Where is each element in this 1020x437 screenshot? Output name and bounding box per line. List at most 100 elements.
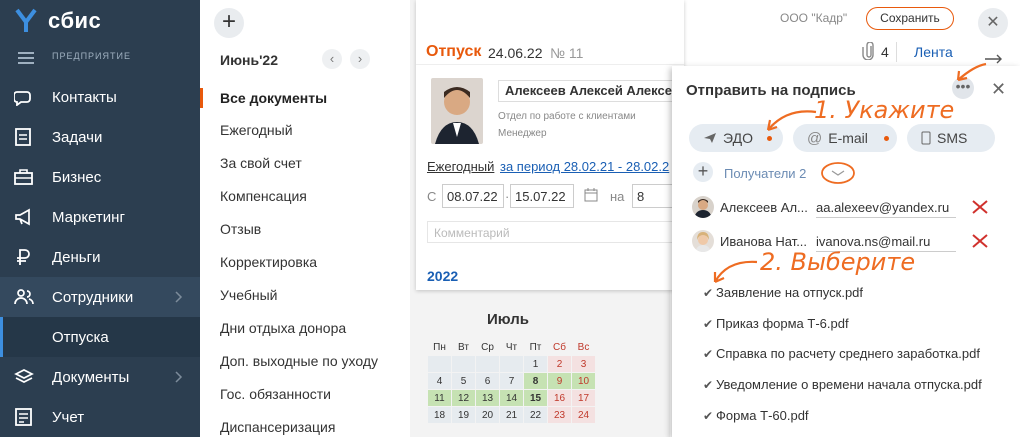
logo[interactable]: сбис — [14, 8, 101, 34]
calendar-icon[interactable] — [584, 188, 598, 202]
selected-dot — [883, 135, 889, 141]
file-checkbox[interactable]: ✔ Форма Т-60.pdf — [703, 408, 809, 423]
weekday: Пт — [529, 341, 542, 353]
annotation-step-2: 2. Выберите — [760, 248, 916, 276]
organization-name[interactable]: ООО "Кадр" — [780, 11, 847, 25]
menu-icon[interactable] — [18, 52, 34, 67]
calendar-day[interactable]: 20 — [476, 407, 499, 423]
calendar-day[interactable]: 23 — [548, 407, 571, 423]
calendar-day[interactable]: 1 — [524, 356, 547, 372]
nav-label: Маркетинг — [52, 208, 125, 226]
calendar-day[interactable]: 16 — [548, 390, 571, 406]
file-checkbox[interactable]: ✔ Приказ форма Т-6.pdf — [703, 316, 849, 331]
weekday: Вс — [577, 341, 590, 353]
calendar-day[interactable]: 18 — [428, 407, 451, 423]
weekday: Ср — [481, 341, 494, 353]
active-indicator — [200, 88, 203, 108]
file-checkbox[interactable]: ✔ Уведомление о времени начала отпуска.pd… — [703, 377, 982, 392]
period-link[interactable]: за период 28.02.21 - 28.02.2 — [500, 159, 669, 174]
calendar-day[interactable]: 11 — [428, 390, 451, 406]
file-checkbox[interactable]: ✔ Заявление на отпуск.pdf — [703, 285, 863, 300]
megaphone-icon — [15, 208, 30, 226]
nav-label: Сотрудники — [52, 288, 134, 306]
list-item[interactable]: Гос. обязанности — [220, 386, 331, 402]
chevron-right-icon[interactable] — [168, 367, 188, 387]
calendar-day[interactable]: 9 — [548, 373, 571, 389]
close-panel-icon[interactable]: ✕ — [991, 79, 1006, 100]
phone-icon — [921, 131, 931, 145]
list-item[interactable]: Корректировка — [220, 254, 317, 270]
calendar-day[interactable]: 19 — [452, 407, 475, 423]
doc-date[interactable]: 24.06.22 — [488, 45, 543, 61]
feed-link[interactable]: Лента — [914, 44, 953, 60]
list-item[interactable]: Отзыв — [220, 221, 261, 237]
calendar-day[interactable]: 7 — [500, 373, 523, 389]
nav-contacts[interactable]: Контакты — [0, 77, 200, 117]
calendar-day[interactable]: 5 — [452, 373, 475, 389]
annotation-arrow-icon — [956, 62, 987, 82]
remove-recipient-icon[interactable] — [971, 233, 989, 249]
sbis-logo-icon — [15, 8, 37, 32]
date-from-input[interactable]: 08.07.22 — [442, 184, 504, 208]
weekday: Вт — [458, 341, 469, 353]
paperclip-icon[interactable] — [862, 42, 876, 60]
next-month-button[interactable]: › — [350, 49, 370, 69]
list-item[interactable]: Ежегодный — [220, 122, 293, 138]
close-icon[interactable]: ✕ — [978, 8, 1008, 38]
calendar-day[interactable]: 2 — [548, 356, 571, 372]
calendar-day[interactable]: 15 — [524, 390, 547, 406]
doc-type-list: + Июнь'22 ‹ › Все документы Ежегодный За… — [200, 0, 410, 437]
recipients-label[interactable]: Получатели 2 — [724, 166, 806, 181]
nav-documents[interactable]: Документы — [0, 357, 200, 397]
calendar-day[interactable]: 3 — [572, 356, 595, 372]
list-item[interactable]: Диспансеризация — [220, 419, 335, 435]
remove-recipient-icon[interactable] — [971, 199, 989, 215]
calendar-day[interactable]: 6 — [476, 373, 499, 389]
calendar-day[interactable]: 24 — [572, 407, 595, 423]
recipient-email-input[interactable]: aa.alexeev@yandex.ru — [816, 198, 956, 218]
channel-sms-button[interactable]: SMS — [907, 124, 995, 152]
calendar-day[interactable]: 17 — [572, 390, 595, 406]
prev-month-button[interactable]: ‹ — [322, 49, 342, 69]
add-recipient-button[interactable]: + — [693, 162, 713, 182]
employees-icon — [14, 289, 34, 305]
nav-employees[interactable]: Сотрудники — [0, 277, 200, 317]
save-button[interactable]: Сохранить — [866, 7, 954, 30]
file-checkbox[interactable]: ✔ Справка по расчету среднего заработка.p… — [703, 346, 980, 361]
vacation-type-link[interactable]: Ежегодный — [427, 159, 494, 174]
list-item[interactable]: Все документы — [220, 90, 327, 106]
nav-tasks[interactable]: Задачи — [0, 117, 200, 157]
doc-number[interactable]: № 11 — [550, 45, 583, 61]
employee-field[interactable]: Алексеев Алексей Алексе — [498, 80, 678, 102]
add-button[interactable]: + — [214, 8, 244, 38]
list-item[interactable]: Доп. выходные по уходу — [220, 353, 378, 369]
nav-label: Учет — [52, 408, 85, 426]
calendar-day[interactable]: 4 — [428, 373, 451, 389]
year-label: 2022 — [427, 268, 459, 284]
list-item[interactable]: Дни отдыха донора — [220, 320, 346, 336]
calendar-day[interactable]: 8 — [524, 373, 547, 389]
attachments-count[interactable]: 4 — [881, 44, 889, 60]
calendar-day[interactable]: 13 — [476, 390, 499, 406]
business-icon — [14, 169, 33, 185]
calendar-day[interactable]: 12 — [452, 390, 475, 406]
list-item[interactable]: За свой счет — [220, 155, 302, 171]
date-to-input[interactable]: 15.07.22 — [510, 184, 574, 208]
list-item[interactable]: Компенсация — [220, 188, 307, 204]
comment-input[interactable]: Комментарий — [427, 221, 682, 243]
calendar-day[interactable]: 10 — [572, 373, 595, 389]
calendar-day[interactable]: 14 — [500, 390, 523, 406]
nav-vacations[interactable]: Отпуска — [0, 317, 200, 357]
recipient-name: Иванова Нат... — [720, 234, 808, 249]
chevron-right-icon[interactable] — [168, 287, 188, 307]
list-item[interactable]: Учебный — [220, 287, 277, 303]
nav-business[interactable]: Бизнес — [0, 157, 200, 197]
employee-position: Менеджер — [498, 128, 547, 139]
chevron-down-icon[interactable] — [820, 160, 856, 186]
calendar-day[interactable]: 21 — [500, 407, 523, 423]
accounting-icon — [15, 408, 32, 426]
nav-marketing[interactable]: Маркетинг — [0, 197, 200, 237]
calendar-day[interactable]: 22 — [524, 407, 547, 423]
nav-money[interactable]: Деньги — [0, 237, 200, 277]
nav-accounting[interactable]: Учет — [0, 397, 200, 437]
